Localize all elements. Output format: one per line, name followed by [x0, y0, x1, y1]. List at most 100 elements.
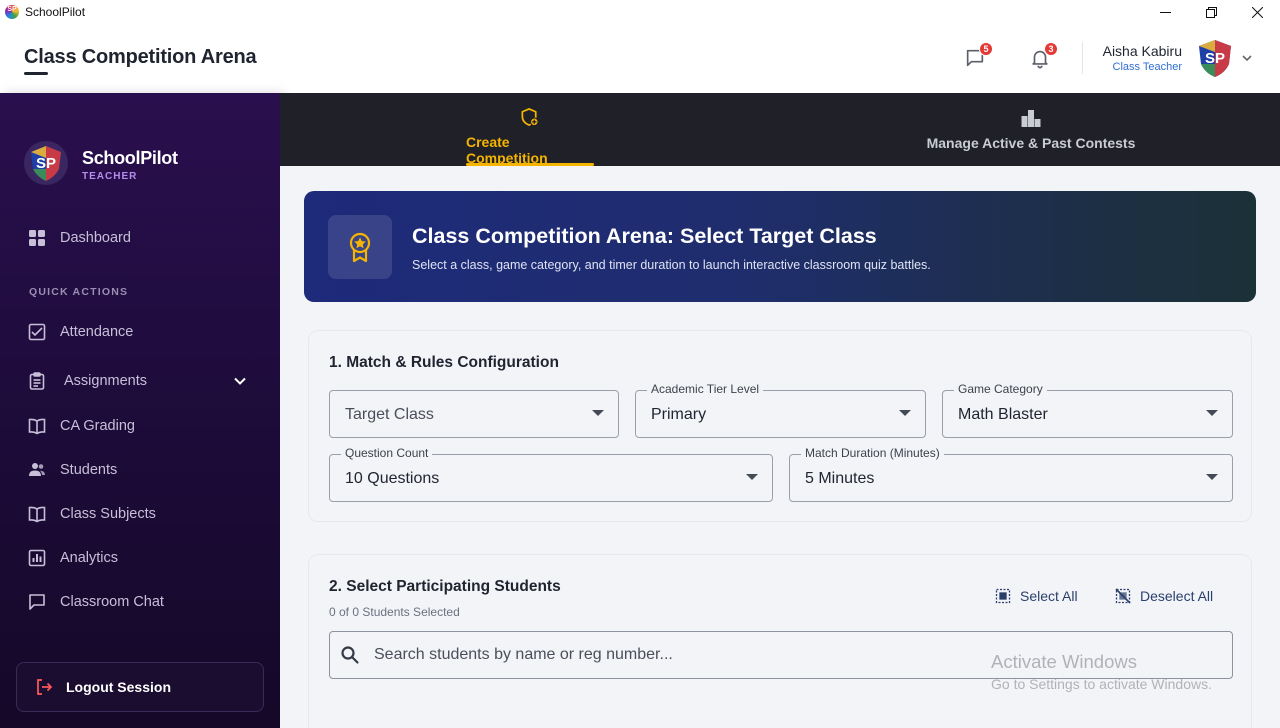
selected-count: 0 of 0 Students Selected	[329, 605, 460, 619]
select-all-icon	[995, 588, 1011, 604]
user-name: Aisha Kabiru	[1102, 43, 1182, 59]
hero-title: Class Competition Arena: Select Target C…	[412, 224, 877, 248]
field-label: Match Duration (Minutes)	[801, 446, 944, 460]
logout-button[interactable]: Logout Session	[16, 662, 264, 712]
minimize-icon	[1159, 11, 1171, 13]
sidebar-item-classroom-chat[interactable]: Classroom Chat	[28, 590, 260, 614]
shield-plus-icon	[521, 108, 539, 127]
target-class-select[interactable]: Target Class	[329, 390, 619, 438]
field-label: Academic Tier Level	[647, 382, 764, 396]
field-value: Primary	[651, 406, 707, 423]
leaderboard-icon	[1021, 110, 1041, 127]
main-content: Class Competition Arena: Select Target C…	[280, 166, 1280, 728]
close-button[interactable]	[1234, 0, 1280, 24]
window-title: SchoolPilot	[25, 5, 86, 19]
academic-tier-select[interactable]: Academic Tier Level Primary	[635, 382, 926, 438]
section-title-config: 1. Match & Rules Configuration	[329, 354, 559, 371]
sidebar-item-label: Assignments	[64, 373, 148, 389]
game-category-select[interactable]: Game Category Math Blaster	[942, 382, 1233, 438]
restore-button[interactable]	[1188, 0, 1234, 24]
tab-create-competition[interactable]: Create Competition	[466, 93, 594, 166]
sidebar-item-dashboard[interactable]: Dashboard	[28, 226, 260, 250]
deselect-all-button[interactable]: Deselect All	[1115, 588, 1213, 604]
question-count-select[interactable]: Question Count 10 Questions	[329, 446, 773, 502]
tab-manage-contests[interactable]: Manage Active & Past Contests	[926, 93, 1136, 166]
app-header: Class Competition Arena 5 3 Aisha Kabiru…	[0, 24, 1280, 93]
sidebar-item-ca-grading[interactable]: CA Grading	[28, 414, 260, 438]
notifications-badge: 3	[1044, 42, 1058, 56]
sidebar-item-students[interactable]: Students	[28, 458, 260, 482]
dropdown-caret-icon	[899, 410, 911, 416]
sidebar-item-analytics[interactable]: Analytics	[28, 546, 260, 570]
sidebar-item-label: Analytics	[60, 550, 119, 566]
award-badge-icon	[349, 232, 371, 263]
search-icon	[341, 646, 359, 664]
close-icon	[1251, 6, 1263, 18]
avatar[interactable]: SP	[1196, 38, 1234, 78]
dashboard-icon	[29, 230, 45, 246]
sidebar-item-label: Classroom Chat	[60, 594, 164, 610]
header-divider	[1082, 42, 1083, 74]
logout-label: Logout Session	[66, 679, 171, 695]
people-icon	[29, 463, 45, 476]
deselect-icon	[1115, 588, 1131, 604]
dropdown-caret-icon	[1206, 410, 1218, 416]
book-open-icon	[28, 506, 46, 523]
student-search-box[interactable]	[329, 631, 1233, 679]
window-title-bar: SchoolPilot	[0, 0, 1280, 24]
chevron-down-icon[interactable]	[1240, 51, 1254, 65]
title-underline	[24, 72, 48, 75]
search-input[interactable]	[374, 646, 1174, 664]
attendance-icon	[28, 323, 46, 341]
section-label-quick-actions: QUICK ACTIONS	[29, 286, 129, 298]
field-value: 5 Minutes	[805, 470, 875, 487]
brand-role: TEACHER	[82, 171, 138, 182]
window-controls	[1142, 0, 1280, 24]
sidebar: SP SchoolPilot TEACHER Dashboard QUICK A…	[0, 93, 280, 728]
students-card: 2. Select Participating Students 0 of 0 …	[308, 554, 1252, 728]
field-value: 10 Questions	[345, 470, 440, 487]
match-duration-select[interactable]: Match Duration (Minutes) 5 Minutes	[789, 446, 1233, 502]
analytics-icon	[28, 549, 46, 567]
tab-label: Manage Active & Past Contests	[926, 135, 1136, 151]
sidebar-item-label: Dashboard	[60, 230, 131, 246]
sidebar-item-assignments[interactable]: Assignments	[28, 369, 260, 393]
book-icon	[28, 418, 46, 435]
select-all-label: Select All	[1020, 588, 1078, 604]
select-all-button[interactable]: Select All	[995, 588, 1078, 604]
sidebar-item-attendance[interactable]: Attendance	[28, 320, 260, 344]
sidebar-item-label: Class Subjects	[60, 506, 156, 522]
hero-subtitle: Select a class, game category, and timer…	[412, 258, 931, 272]
sidebar-item-label: Attendance	[60, 324, 134, 340]
restore-icon	[1205, 6, 1217, 18]
app-logo-icon	[5, 5, 19, 19]
tab-bar: Create Competition Manage Active & Past …	[280, 93, 1280, 166]
avatar-text: SP	[1205, 50, 1225, 67]
hero-icon-box	[328, 215, 392, 279]
tab-label: Create Competition	[466, 134, 548, 166]
target-class-placeholder: Target Class	[345, 406, 434, 423]
dropdown-caret-icon	[592, 410, 604, 416]
notifications-button[interactable]: 3	[1026, 42, 1058, 72]
brand-logo-text: SP	[36, 155, 56, 172]
deselect-all-label: Deselect All	[1140, 588, 1214, 604]
sidebar-item-label: Students	[60, 462, 118, 478]
brand-name: SchoolPilot	[82, 148, 178, 168]
match-config-card: 1. Match & Rules Configuration Target Cl…	[308, 330, 1252, 522]
dropdown-caret-icon	[1206, 474, 1218, 480]
brand-logo: SP	[24, 141, 68, 185]
section-title-students: 2. Select Participating Students	[329, 578, 561, 595]
chevron-down-icon[interactable]	[232, 373, 248, 389]
messages-button[interactable]: 5	[961, 42, 993, 72]
page-title: Class Competition Arena	[24, 46, 257, 68]
user-role: Class Teacher	[1112, 61, 1183, 73]
dropdown-caret-icon	[746, 474, 758, 480]
hero-banner: Class Competition Arena: Select Target C…	[304, 191, 1256, 302]
field-label: Game Category	[954, 382, 1047, 396]
logout-icon	[37, 679, 53, 695]
field-label: Question Count	[341, 446, 433, 460]
sidebar-item-class-subjects[interactable]: Class Subjects	[28, 502, 260, 526]
chat-icon	[29, 594, 45, 610]
clipboard-icon	[29, 372, 45, 390]
minimize-button[interactable]	[1142, 0, 1188, 24]
